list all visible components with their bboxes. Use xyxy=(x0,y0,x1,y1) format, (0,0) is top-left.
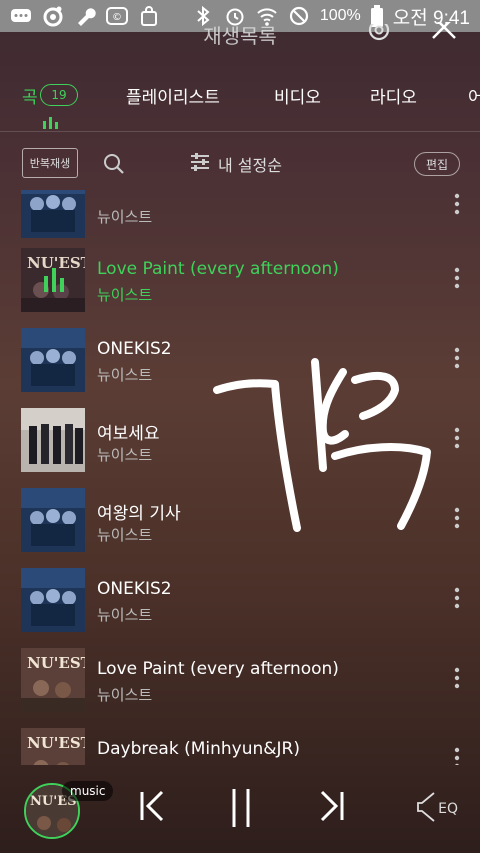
list-item-now-playing[interactable]: NU'EST Love Paint (every afternoon) 뉴이스트 xyxy=(0,246,480,326)
more-options-icon[interactable] xyxy=(452,746,462,765)
song-title: ONEKIS2 xyxy=(97,339,172,359)
list-item[interactable]: NU'EST Love Paint (every afternoon) 뉴이스트 xyxy=(0,646,480,726)
song-title: Daybreak (Minhyun&JR) xyxy=(97,739,300,759)
playing-equalizer-icon xyxy=(43,266,65,292)
album-art: NU'EST xyxy=(21,728,85,765)
song-artist: 뉴이스트 xyxy=(97,446,153,464)
search-icon[interactable] xyxy=(102,152,126,180)
eq-label: EQ xyxy=(438,801,458,817)
more-options-icon[interactable] xyxy=(452,192,462,216)
song-title: Love Paint (every afternoon) xyxy=(97,659,339,679)
tab-songs[interactable]: 곡 xyxy=(22,83,38,108)
next-icon[interactable] xyxy=(316,789,346,827)
music-badge: music xyxy=(62,781,114,801)
tab-radio[interactable]: 라디오 xyxy=(370,83,417,108)
song-artist: 뉴이스트 xyxy=(97,686,153,704)
list-item[interactable]: NU'EST Daybreak (Minhyun&JR) xyxy=(0,726,480,765)
song-artist: 뉴이스트 xyxy=(97,526,153,544)
song-title: Love Paint (every afternoon) xyxy=(97,259,339,279)
speaker-icon xyxy=(416,791,436,827)
song-title: 여보세요 xyxy=(97,424,160,444)
album-art xyxy=(21,488,85,552)
song-title: ONEKIS2 xyxy=(97,579,172,599)
handwritten-annotation xyxy=(213,358,431,532)
album-art xyxy=(21,568,85,632)
more-options-icon[interactable] xyxy=(452,506,462,530)
album-art xyxy=(21,408,85,472)
sort-label: 내 설정순 xyxy=(218,156,282,175)
tab-videos[interactable]: 비디오 xyxy=(274,83,321,108)
sort-button[interactable]: 내 설정순 xyxy=(190,152,282,176)
close-icon[interactable] xyxy=(430,22,460,52)
edit-button[interactable]: 편집 xyxy=(414,152,460,176)
eq-button[interactable]: EQ xyxy=(416,791,458,827)
tab-playlists[interactable]: 플레이리스트 xyxy=(126,83,220,108)
list-item[interactable]: 뉴이스트 xyxy=(0,190,480,246)
song-artist: 뉴이스트 xyxy=(97,208,153,226)
pause-icon[interactable] xyxy=(229,787,253,833)
more-options-icon[interactable] xyxy=(452,346,462,370)
album-art xyxy=(21,328,85,392)
more-options-icon[interactable] xyxy=(452,426,462,450)
more-options-icon[interactable] xyxy=(452,666,462,690)
divider xyxy=(0,131,480,132)
song-count-badge: 19 xyxy=(40,84,78,106)
page-title: 재생목록 xyxy=(203,24,277,48)
mini-player: NU'EST music EQ xyxy=(0,765,480,853)
song-artist: 뉴이스트 xyxy=(97,286,153,304)
settings-icon[interactable] xyxy=(364,22,394,52)
svg-text:NU'EST: NU'EST xyxy=(27,734,85,752)
more-options-icon[interactable] xyxy=(452,586,462,610)
svg-text:NU'EST: NU'EST xyxy=(27,654,85,672)
album-art: NU'EST xyxy=(21,648,85,712)
tab-more[interactable]: 어 xyxy=(468,83,480,108)
song-title: 여왕의 기사 xyxy=(97,504,181,524)
album-art: NU'EST xyxy=(21,248,85,312)
song-artist: 뉴이스트 xyxy=(97,606,153,624)
song-artist: 뉴이스트 xyxy=(97,366,153,384)
album-art xyxy=(21,190,85,238)
sort-icon xyxy=(190,153,210,175)
repeat-button[interactable]: 반복재생 xyxy=(22,148,78,178)
list-item[interactable]: ONEKIS2 뉴이스트 xyxy=(0,566,480,646)
previous-icon[interactable] xyxy=(138,789,168,827)
more-options-icon[interactable] xyxy=(452,266,462,290)
header: 재생목록 xyxy=(0,22,480,52)
